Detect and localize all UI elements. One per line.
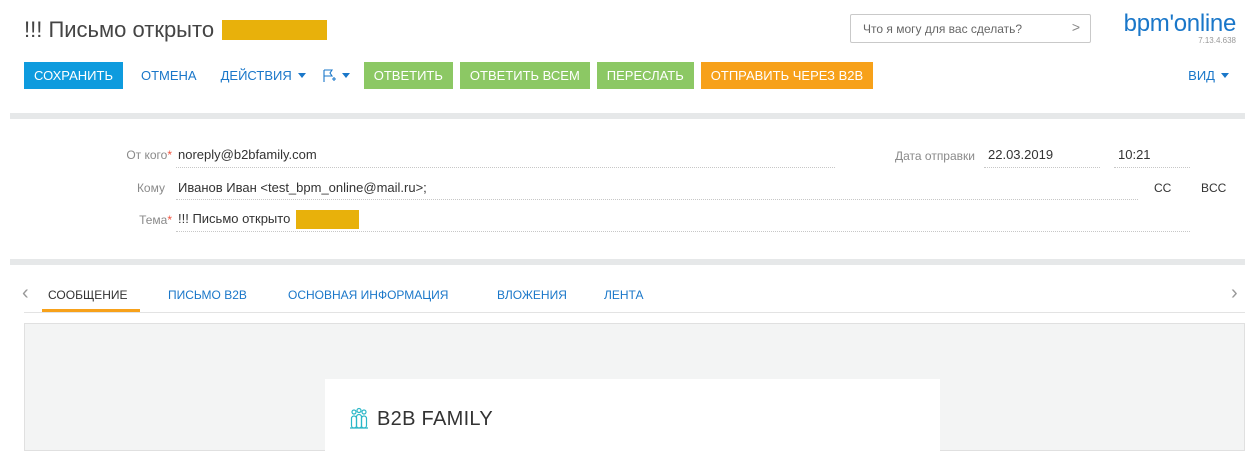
from-field[interactable]: noreply@b2bfamily.com [178,147,317,162]
from-label: От кого* [126,148,172,162]
tab-message[interactable]: СООБЩЕНИЕ [48,288,128,302]
time-underline [1114,167,1190,168]
to-underline [176,199,1138,200]
tab-b2b-letter[interactable]: ПИСЬМО B2B [168,288,247,302]
cc-button[interactable]: CC [1154,181,1171,195]
version-label: 7.13.4.638 [1198,36,1236,45]
header: !!! Письмо открыто Что я могу для вас сд… [0,0,1245,112]
to-label: Кому [136,181,165,195]
section-divider [10,113,1245,119]
brand-name: B2B FAMILY [377,407,494,430]
chevron-down-icon [1221,73,1229,78]
email-card: B2B FAMILY [325,379,940,451]
tab-feed[interactable]: ЛЕНТА [604,288,643,302]
flag-menu-button[interactable] [318,62,364,89]
command-search-input[interactable]: Что я могу для вас сделать? > [850,14,1091,43]
date-underline [984,167,1100,168]
tabs-prev-arrow-icon[interactable]: ‹ [22,282,29,305]
subject-underline [176,231,1190,232]
chevron-down-icon [297,73,306,78]
tab-main-info[interactable]: ОСНОВНАЯ ИНФОРМАЦИЯ [288,288,448,302]
sent-time-field[interactable]: 10:21 [1118,147,1151,162]
toolbar: СОХРАНИТЬ ОТМЕНА ДЕЙСТВИЯ ОТВЕТИТЬ ОТВЕТ… [24,62,874,89]
flag-add-icon [323,68,336,82]
message-body-area[interactable]: B2B FAMILY [24,323,1245,451]
redacted-block [222,20,328,40]
to-field[interactable]: Иванов Иван <test_bpm_online@mail.ru>; [178,180,427,195]
email-header-fields: От кого* noreply@b2bfamily.com Дата отпр… [0,140,1245,240]
tab-attachments[interactable]: ВЛОЖЕНИЯ [497,288,567,302]
chevron-down-icon [341,73,350,78]
reply-button[interactable]: ОТВЕТИТЬ [363,62,453,89]
send-via-b2b-button[interactable]: ОТПРАВИТЬ ЧЕРЕЗ B2B [700,62,874,89]
logo: bpm'online 7.13.4.638 [1110,10,1237,45]
save-button[interactable]: СОХРАНИТЬ [24,62,123,89]
from-underline [176,167,835,168]
page-title: !!! Письмо открыто [24,17,328,43]
search-placeholder: Что я могу для вас сделать? [863,21,1023,36]
actions-menu-button[interactable]: ДЕЙСТВИЯ [209,62,318,89]
reply-all-button[interactable]: ОТВЕТИТЬ ВСЕМ [459,62,590,89]
sent-date-field[interactable]: 22.03.2019 [988,147,1053,162]
page-title-text: !!! Письмо открыто [24,17,215,42]
subject-text: !!! Письмо открыто [178,210,291,226]
tabs-baseline [24,312,1245,313]
section-divider [10,259,1245,265]
actions-label: ДЕЙСТВИЯ [220,68,292,83]
subject-label: Тема* [139,213,172,227]
family-icon [350,407,368,429]
subject-field[interactable]: !!! Письмо открыто [178,210,359,229]
tabs-next-arrow-icon[interactable]: › [1231,282,1238,305]
active-tab-indicator [42,309,140,312]
chevron-right-icon[interactable]: > [1072,19,1080,35]
bcc-button[interactable]: BCC [1201,181,1226,195]
view-menu-button[interactable]: ВИД [1188,62,1229,89]
brand-header: B2B FAMILY [347,407,493,431]
view-label: ВИД [1188,68,1215,83]
sent-date-label: Дата отправки [895,149,975,163]
redacted-block [295,210,359,229]
forward-button[interactable]: ПЕРЕСЛАТЬ [596,62,694,89]
cancel-button[interactable]: ОТМЕНА [129,62,209,89]
tab-bar: ‹ СООБЩЕНИЕ ПИСЬМО B2B ОСНОВНАЯ ИНФОРМАЦ… [0,272,1245,314]
logo-text: bpm'online [1123,10,1237,37]
